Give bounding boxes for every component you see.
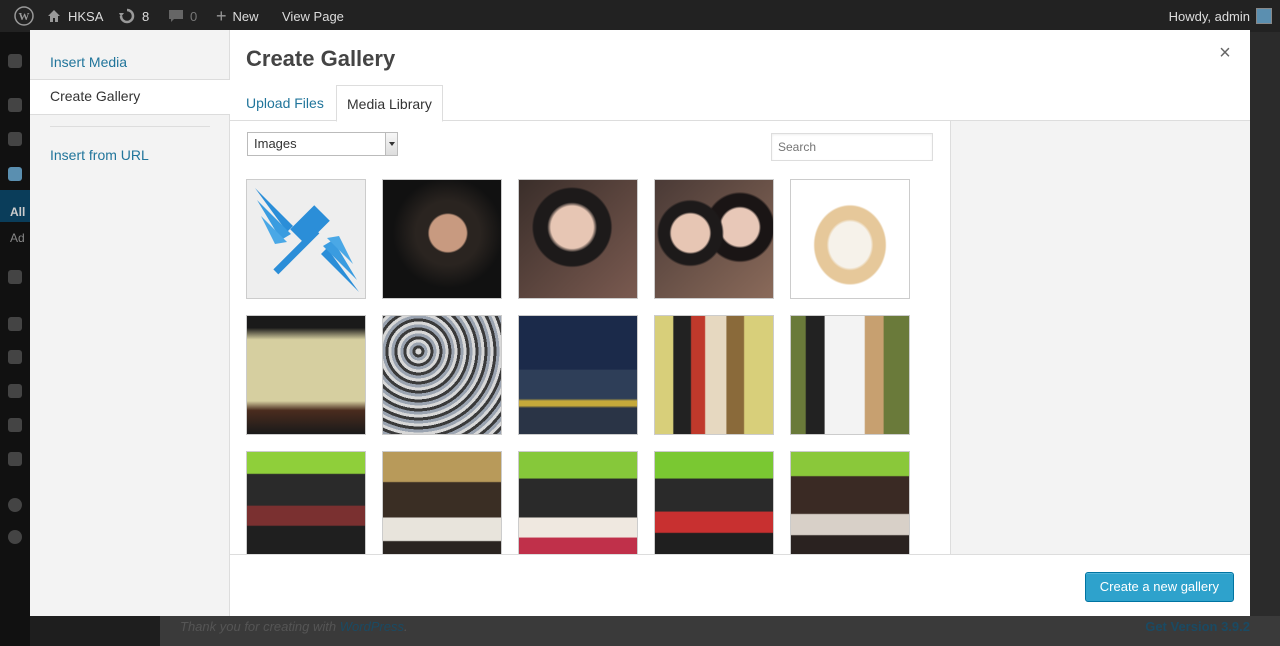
attachment-thumbnail[interactable] [246, 179, 366, 299]
create-new-gallery-button[interactable]: Create a new gallery [1084, 572, 1234, 602]
appearance-icon[interactable] [8, 317, 22, 331]
menu-create-gallery-label: Create Gallery [50, 88, 141, 104]
tab-media-library[interactable]: Media Library [336, 85, 443, 122]
site-name-link[interactable]: HKSA [46, 0, 103, 32]
add-new-label[interactable]: Ad [10, 231, 25, 245]
plus-icon: + [216, 5, 227, 26]
comments-link[interactable]: 0 [168, 0, 197, 32]
home-icon [48, 10, 60, 22]
comments-count: 0 [190, 8, 198, 24]
tab-upload-files[interactable]: Upload Files [236, 85, 334, 121]
attachment-thumbnail[interactable] [246, 451, 366, 554]
menu-separator [50, 126, 210, 127]
collapse-menu-icon[interactable] [8, 530, 22, 544]
footer-version[interactable]: Get Version 3.9.2 [1145, 619, 1250, 634]
comments-menu-icon[interactable] [8, 270, 22, 284]
users-icon[interactable] [8, 384, 22, 398]
footer-thanks-suffix: . [404, 619, 408, 634]
settings-icon[interactable] [8, 452, 22, 466]
attachments-browser: Images [230, 121, 950, 554]
tools-icon[interactable] [8, 418, 22, 432]
site-name: HKSA [68, 8, 104, 24]
attachment-thumbnail[interactable] [382, 451, 502, 554]
plugins-icon[interactable] [8, 350, 22, 364]
svg-text:W: W [19, 11, 30, 23]
updates-link[interactable]: 8 [118, 0, 149, 32]
attachment-thumbnail[interactable] [654, 315, 774, 435]
media-modal: Insert Media Create Gallery Insert from … [30, 30, 1250, 616]
attachment-thumbnail[interactable] [382, 315, 502, 435]
new-label: New [232, 8, 259, 24]
search-input[interactable] [771, 133, 933, 161]
howdy-label: Howdy, admin [1168, 8, 1250, 24]
updates-icon [119, 8, 135, 24]
media-toolbar: Create a new gallery [230, 554, 1250, 616]
new-content-link[interactable]: + New [216, 0, 259, 32]
attachment-thumbnail[interactable] [654, 179, 774, 299]
dashboard-icon[interactable] [8, 54, 22, 68]
comment-icon [169, 10, 183, 22]
attachment-thumbnail[interactable] [246, 315, 366, 435]
updates-count: 8 [142, 8, 150, 24]
posts-icon[interactable] [8, 98, 22, 112]
gavel-logo-icon [247, 180, 365, 298]
my-account-link[interactable]: Howdy, admin [1169, 0, 1272, 32]
view-page-link[interactable]: View Page [282, 0, 344, 32]
menu-insert-from-url[interactable]: Insert from URL [50, 147, 149, 163]
attachment-thumbnail[interactable] [790, 315, 910, 435]
close-icon[interactable]: × [1214, 42, 1236, 64]
page-title: Create Gallery [246, 46, 396, 71]
pages-icon[interactable] [8, 167, 22, 181]
admin-bar: W HKSA 8 0 + New View Page Howdy, admin [0, 0, 1280, 32]
admin-menu: All Ad [0, 32, 30, 646]
attachment-details-sidebar [950, 121, 1250, 554]
chevron-down-icon [385, 133, 397, 155]
media-router: Upload Files Media Library [230, 85, 1250, 122]
media-type-filter-value: Images [254, 136, 297, 151]
wordpress-logo-icon[interactable]: W [14, 0, 34, 32]
media-icon[interactable] [8, 132, 22, 146]
admin-footer: Thank you for creating with WordPress. G… [160, 616, 1280, 646]
attachment-thumbnail[interactable] [382, 179, 502, 299]
attachment-thumbnail[interactable] [518, 315, 638, 435]
attachment-thumbnail[interactable] [518, 179, 638, 299]
attachment-thumbnail[interactable] [518, 451, 638, 554]
footer-thanks-text: Thank you for creating with [180, 619, 337, 634]
footer-thanks: Thank you for creating with WordPress. [180, 619, 408, 634]
avatar [1256, 8, 1272, 24]
attachment-thumbnail[interactable] [790, 451, 910, 554]
all-pages-label[interactable]: All [10, 205, 25, 219]
view-page-label: View Page [282, 8, 344, 24]
page-background [1250, 32, 1280, 616]
menu-insert-media[interactable]: Insert Media [50, 54, 127, 70]
stats-icon[interactable] [8, 498, 22, 512]
attachment-thumbnail[interactable] [790, 179, 910, 299]
wordpress-link[interactable]: WordPress [340, 619, 404, 634]
attachment-thumbnail[interactable] [654, 451, 774, 554]
media-menu: Insert Media Create Gallery Insert from … [30, 30, 230, 616]
media-type-filter[interactable]: Images [247, 132, 398, 156]
menu-create-gallery[interactable]: Create Gallery [30, 79, 230, 115]
